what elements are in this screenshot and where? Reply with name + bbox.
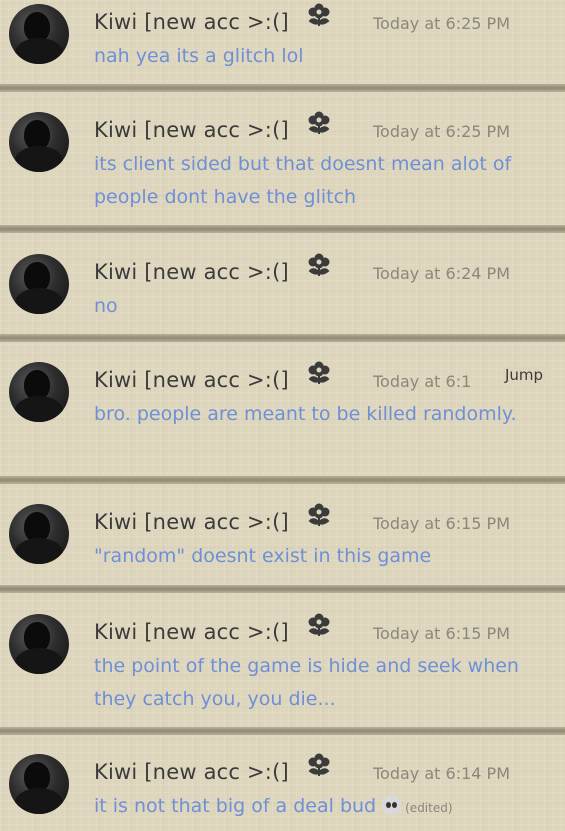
message-text: it is not that big of a deal bud (edited): [94, 790, 534, 825]
author-name[interactable]: Kiwi [new acc >:(]: [94, 620, 289, 644]
timestamp: Today at 6:25 PM: [373, 14, 510, 33]
avatar[interactable]: [9, 254, 69, 314]
timestamp: Today at 6:15 PM: [373, 624, 510, 643]
flower-badge-icon: [308, 503, 330, 526]
avatar[interactable]: [9, 614, 69, 674]
divider: [0, 334, 565, 342]
timestamp: Today at 6:14 PM: [373, 764, 510, 783]
avatar[interactable]: [9, 4, 69, 64]
divider: [0, 476, 565, 484]
author-name[interactable]: Kiwi [new acc >:(]: [94, 510, 289, 534]
flower-badge-icon: [308, 753, 330, 776]
flower-badge-icon: [308, 111, 330, 134]
avatar[interactable]: [9, 504, 69, 564]
jump-button[interactable]: Jump: [503, 366, 548, 384]
avatar[interactable]: [9, 754, 69, 814]
flower-badge-icon: [308, 361, 330, 384]
message-text: "random" doesnt exist in this game: [94, 545, 432, 567]
message-text-content: it is not that big of a deal bud: [94, 795, 377, 817]
flower-badge-icon: [308, 3, 330, 26]
divider: [0, 585, 565, 593]
avatar[interactable]: [9, 112, 69, 172]
flower-badge-icon: [308, 253, 330, 276]
author-name[interactable]: Kiwi [new acc >:(]: [94, 368, 289, 392]
author-name[interactable]: Kiwi [new acc >:(]: [94, 10, 289, 34]
message-text: its client sided but that doesnt mean al…: [94, 153, 512, 208]
avatar[interactable]: [9, 362, 69, 422]
timestamp: Today at 6:25 PM: [373, 122, 510, 141]
timestamp: Today at 6:1: [373, 372, 472, 391]
message-text: bro. people are meant to be killed rando…: [94, 403, 517, 425]
author-name[interactable]: Kiwi [new acc >:(]: [94, 260, 289, 284]
divider: [0, 727, 565, 735]
timestamp: Today at 6:15 PM: [373, 514, 510, 533]
flower-badge-icon: [308, 613, 330, 636]
skull-emoji-icon: [382, 796, 402, 815]
divider: [0, 84, 565, 92]
divider: [0, 225, 565, 233]
message-text: the point of the game is hide and seek w…: [94, 655, 519, 710]
edited-label: (edited): [405, 801, 453, 815]
author-name[interactable]: Kiwi [new acc >:(]: [94, 760, 289, 784]
author-name[interactable]: Kiwi [new acc >:(]: [94, 118, 289, 142]
timestamp: Today at 6:24 PM: [373, 264, 510, 283]
message-text: no: [94, 295, 118, 317]
message-text: nah yea its a glitch lol: [94, 45, 304, 67]
